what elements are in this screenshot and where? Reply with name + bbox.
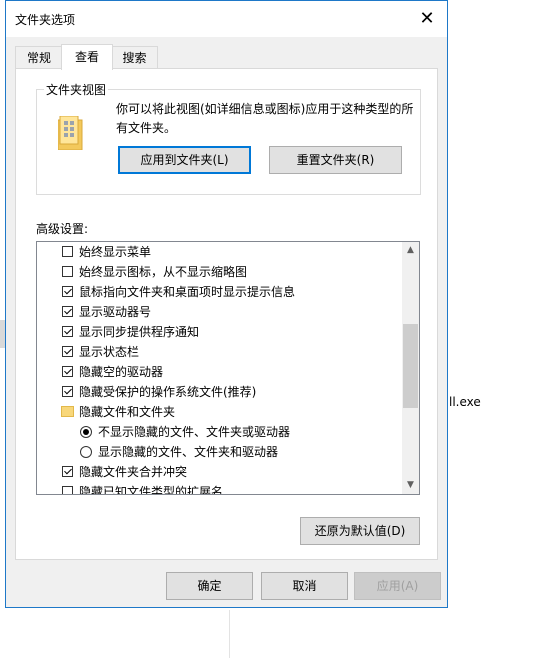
checkbox[interactable]: [62, 366, 73, 377]
background-divider: [229, 610, 230, 658]
folder-views-icon: [58, 116, 83, 150]
advanced-settings-label: 高级设置:: [36, 222, 89, 236]
title-bar: 文件夹选项 ✕: [6, 1, 447, 37]
checkbox[interactable]: [62, 386, 73, 397]
tab-general[interactable]: 常规: [15, 46, 63, 68]
checkbox[interactable]: [62, 246, 73, 257]
folder-options-dialog: 文件夹选项 ✕ 常规 查看 搜索 文件夹视图 你可以将此视图(如详细信息或图标)…: [5, 0, 448, 608]
apply-to-folders-button[interactable]: 应用到文件夹(L): [118, 146, 251, 174]
checkbox[interactable]: [62, 466, 73, 477]
radio-button[interactable]: [80, 426, 92, 438]
list-item-label: 隐藏文件夹合并冲突: [79, 465, 188, 479]
checkbox[interactable]: [62, 486, 73, 494]
folder-views-group: 文件夹视图 你可以将此视图(如详细信息或图标)应用于这种类型的所有文件夹。 应用…: [36, 81, 421, 195]
list-item-label: 隐藏受保护的操作系统文件(推荐): [79, 385, 257, 399]
tab-view[interactable]: 查看: [61, 44, 113, 70]
apply-button[interactable]: 应用(A): [354, 572, 441, 600]
list-item-label: 始终显示菜单: [79, 245, 152, 259]
list-item-label: 显示隐藏的文件、文件夹和驱动器: [98, 445, 279, 459]
view-tab-panel: 文件夹视图 你可以将此视图(如详细信息或图标)应用于这种类型的所有文件夹。 应用…: [15, 68, 438, 560]
checkbox[interactable]: [62, 306, 73, 317]
list-item-label: 显示同步提供程序通知: [79, 325, 200, 339]
vertical-scrollbar[interactable]: ▲ ▼: [402, 242, 419, 494]
list-item-label: 隐藏文件和文件夹: [79, 405, 176, 419]
radio-button[interactable]: [80, 446, 92, 458]
list-item-label: 始终显示图标，从不显示缩略图: [79, 265, 248, 279]
list-item-label: 隐藏已知文件类型的扩展名: [79, 485, 224, 495]
ok-button[interactable]: 确定: [166, 572, 253, 600]
advanced-settings-list[interactable]: 始终显示菜单 始终显示图标，从不显示缩略图 鼠标指向文件夹和桌面项时显示提示信息…: [36, 241, 420, 495]
checkbox[interactable]: [62, 346, 73, 357]
folder-views-description: 你可以将此视图(如详细信息或图标)应用于这种类型的所有文件夹。: [116, 102, 414, 135]
reset-folders-button[interactable]: 重置文件夹(R): [269, 146, 402, 174]
tab-search[interactable]: 搜索: [111, 46, 158, 68]
checkbox[interactable]: [62, 266, 73, 277]
dialog-title: 文件夹选项: [15, 13, 76, 27]
scroll-up-icon[interactable]: ▲: [402, 242, 419, 259]
list-item-label: 不显示隐藏的文件、文件夹或驱动器: [98, 425, 291, 439]
list-item-label: 显示状态栏: [79, 345, 140, 359]
close-icon[interactable]: ✕: [407, 1, 447, 37]
checkbox[interactable]: [62, 286, 73, 297]
scroll-down-icon[interactable]: ▼: [402, 477, 419, 494]
list-item-label: 隐藏空的驱动器: [79, 365, 164, 379]
folder-views-legend: 文件夹视图: [44, 81, 109, 98]
checkbox[interactable]: [62, 326, 73, 337]
restore-defaults-button[interactable]: 还原为默认值(D): [300, 517, 420, 545]
folder-icon: [61, 406, 74, 417]
list-item-label: 鼠标指向文件夹和桌面项时显示提示信息: [79, 285, 296, 299]
background-filename[interactable]: ll.exe: [449, 395, 481, 409]
cancel-button[interactable]: 取消: [261, 572, 348, 600]
scroll-thumb[interactable]: [403, 324, 418, 408]
list-item-label: 显示驱动器号: [79, 305, 152, 319]
